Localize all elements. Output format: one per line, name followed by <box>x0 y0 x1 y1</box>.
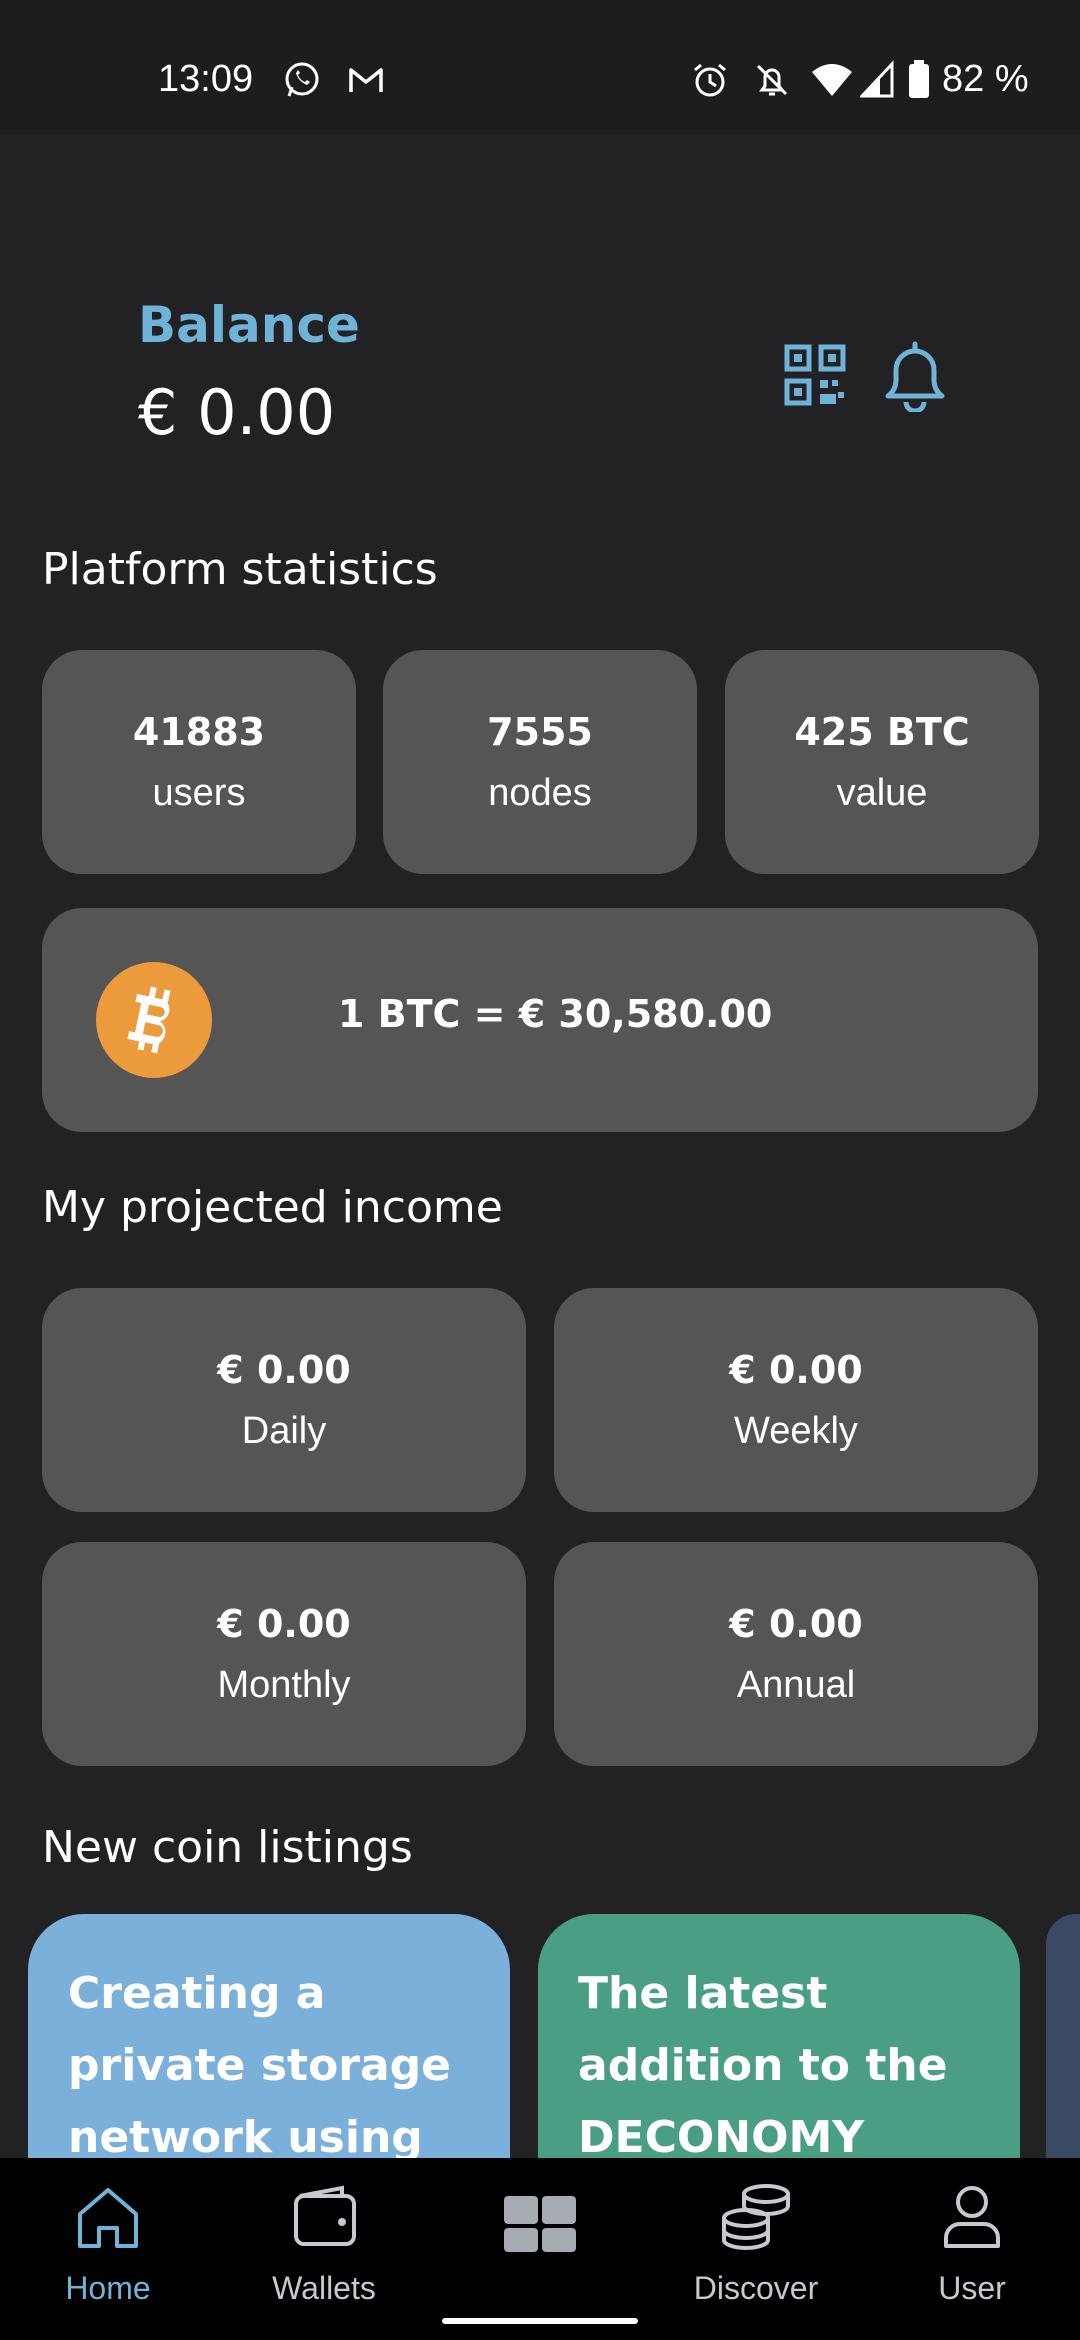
stat-card-value: 425 BTC value <box>725 650 1039 874</box>
income-card-weekly: € 0.00 Weekly <box>554 1288 1038 1512</box>
battery-percentage: 82 % <box>942 58 1029 100</box>
stat-value: 425 BTC <box>794 710 970 754</box>
qr-code-icon[interactable] <box>784 344 846 406</box>
stat-value: 7555 <box>487 710 593 754</box>
user-icon <box>944 2186 1000 2248</box>
btc-exchange-rate: 1 BTC = € 30,580.00 <box>338 992 773 1036</box>
income-value: € 0.00 <box>217 1602 351 1646</box>
listing-card[interactable]: The latest addition to the DECONOMY <box>538 1914 1020 2174</box>
income-label: Annual <box>736 1664 856 1706</box>
stat-label: nodes <box>488 772 592 814</box>
stat-value: 41883 <box>132 710 266 754</box>
notifications-off-icon <box>756 64 788 96</box>
income-label: Weekly <box>734 1410 858 1452</box>
bitcoin-icon <box>96 962 212 1078</box>
battery-icon <box>909 60 929 98</box>
stat-label: users <box>152 772 246 814</box>
nav-home[interactable]: Home <box>0 2158 216 2340</box>
nav-wallets-label: Wallets <box>272 2270 376 2306</box>
income-card-annual: € 0.00 Annual <box>554 1542 1038 1766</box>
status-bar: 13:09 82 % <box>0 0 1080 134</box>
signal-icon <box>860 60 894 98</box>
bottom-navigation: Home Wallets Discover User <box>0 2158 1080 2340</box>
nav-home-label: Home <box>65 2270 151 2306</box>
home-icon <box>78 2188 138 2248</box>
dashboard-grid-icon <box>504 2196 576 2252</box>
nav-user-label: User <box>938 2270 1006 2306</box>
new-coin-listings-title: New coin listings <box>42 1822 413 1873</box>
whatsapp-icon <box>285 62 319 97</box>
coins-stack-icon <box>722 2184 790 2250</box>
income-card-daily: € 0.00 Daily <box>42 1288 526 1512</box>
status-time: 13:09 <box>158 58 254 100</box>
wallet-icon <box>294 2185 356 2246</box>
home-indicator[interactable] <box>442 2318 638 2324</box>
nav-user[interactable]: User <box>864 2158 1080 2340</box>
stat-label: value <box>836 772 928 814</box>
nav-discover[interactable]: Discover <box>648 2158 864 2340</box>
btc-rate-card: 1 BTC = € 30,580.00 <box>42 908 1038 1132</box>
listing-text: Creating a private storage network using <box>68 1968 452 2163</box>
income-value: € 0.00 <box>729 1348 863 1392</box>
gmail-icon <box>349 68 383 92</box>
income-value: € 0.00 <box>217 1348 351 1392</box>
platform-statistics-title: Platform statistics <box>42 544 438 595</box>
bell-icon[interactable] <box>882 340 948 412</box>
stat-card-users: 41883 users <box>42 650 356 874</box>
balance-label: Balance <box>138 296 360 354</box>
wifi-icon <box>812 64 852 96</box>
listing-card[interactable]: Creating a private storage network using <box>28 1914 510 2174</box>
income-label: Daily <box>241 1410 327 1452</box>
nav-wallets[interactable]: Wallets <box>216 2158 432 2340</box>
listing-text: The latest addition to the DECONOMY <box>578 1968 948 2163</box>
alarm-icon <box>694 63 726 97</box>
income-card-monthly: € 0.00 Monthly <box>42 1542 526 1766</box>
income-label: Monthly <box>217 1664 351 1706</box>
stat-card-nodes: 7555 nodes <box>383 650 697 874</box>
balance-value: € 0.00 <box>138 376 336 449</box>
nav-dashboard[interactable] <box>432 2158 648 2340</box>
listing-card[interactable] <box>1046 1914 1080 2174</box>
projected-income-title: My projected income <box>42 1182 503 1233</box>
nav-discover-label: Discover <box>693 2270 819 2306</box>
income-value: € 0.00 <box>729 1602 863 1646</box>
